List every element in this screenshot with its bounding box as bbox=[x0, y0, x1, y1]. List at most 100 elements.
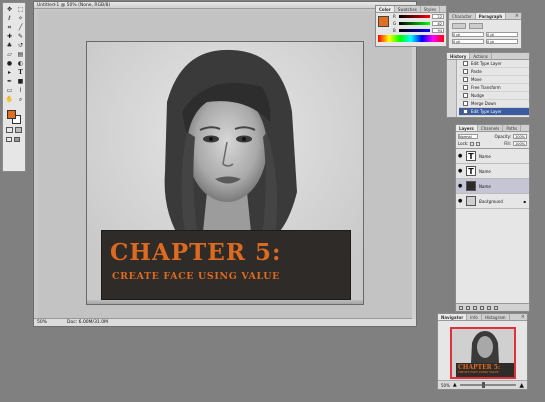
lock-transparency-icon[interactable] bbox=[470, 141, 475, 146]
layer-row-active[interactable]: ● Name bbox=[456, 179, 529, 194]
heal-tool-icon[interactable]: ✚ bbox=[5, 33, 14, 41]
tab-history[interactable]: History bbox=[447, 53, 471, 59]
history-item[interactable]: Free Transform bbox=[459, 84, 529, 92]
canvas-area[interactable]: CHAPTER 5: CREATE FACE USING VALUE bbox=[38, 11, 412, 319]
history-item[interactable]: Paste bbox=[459, 68, 529, 76]
wand-tool-icon[interactable]: ✧ bbox=[16, 15, 25, 23]
dodge-tool-icon[interactable]: ◐ bbox=[16, 60, 25, 68]
zoom-slider-thumb[interactable] bbox=[482, 382, 486, 388]
navigator-zoom-value[interactable]: 50% bbox=[441, 383, 450, 388]
tab-paragraph[interactable]: Paragraph bbox=[475, 13, 507, 19]
close-icon[interactable]: × bbox=[515, 13, 519, 20]
marquee-tool-icon[interactable]: ⬚ bbox=[16, 6, 25, 14]
pen-tool-icon[interactable]: ✒ bbox=[5, 78, 14, 86]
layer-style-icon[interactable] bbox=[466, 306, 470, 310]
opacity-field[interactable]: 100% bbox=[513, 134, 527, 139]
lock-label: Lock: bbox=[458, 141, 469, 146]
screen-mode-standard-icon[interactable] bbox=[6, 137, 12, 142]
channel-b-value[interactable]: 94 bbox=[432, 28, 444, 33]
quickmask-mode-icon[interactable] bbox=[15, 127, 22, 133]
tab-actions[interactable]: Actions bbox=[470, 53, 492, 59]
shape-tool-icon[interactable]: ■ bbox=[16, 78, 25, 86]
channel-r-value[interactable]: 22 bbox=[432, 14, 444, 19]
eye-icon[interactable]: ● bbox=[458, 153, 463, 159]
eye-icon[interactable]: ● bbox=[458, 198, 463, 204]
space-after-field[interactable]: 0 pt bbox=[486, 39, 518, 44]
channel-g-value[interactable]: 82 bbox=[432, 21, 444, 26]
stamp-tool-icon[interactable]: ♣ bbox=[5, 42, 14, 50]
add-mask-icon[interactable] bbox=[473, 306, 477, 310]
channel-g-slider[interactable] bbox=[399, 22, 430, 25]
blur-tool-icon[interactable]: ● bbox=[5, 60, 14, 68]
indent-left-field[interactable]: 0 pt bbox=[452, 32, 484, 37]
eyedropper-tool-icon[interactable]: ⌇ bbox=[16, 87, 25, 95]
tab-info[interactable]: Info bbox=[467, 314, 482, 320]
tab-swatches[interactable]: Swatches bbox=[395, 6, 421, 12]
layer-row[interactable]: ● Background ▪ bbox=[456, 194, 529, 209]
layers-panel: Layers Channels Paths Normal Opacity: 10… bbox=[455, 124, 530, 312]
justify-buttons[interactable] bbox=[469, 23, 483, 29]
channel-b-slider[interactable] bbox=[399, 29, 430, 32]
tab-layers[interactable]: Layers bbox=[456, 125, 478, 131]
color-fg-chip[interactable] bbox=[378, 16, 389, 27]
history-item[interactable]: Move bbox=[459, 76, 529, 84]
notes-tool-icon[interactable]: ▭ bbox=[5, 87, 14, 95]
layer-thumbnail bbox=[466, 196, 476, 206]
layers-footer bbox=[456, 303, 529, 311]
tab-paths[interactable]: Paths bbox=[503, 125, 522, 131]
zoom-tool-icon[interactable]: ⌕ bbox=[16, 96, 25, 104]
link-layers-icon[interactable] bbox=[459, 306, 463, 310]
eye-icon[interactable]: ● bbox=[458, 168, 463, 174]
tab-histogram[interactable]: Histogram bbox=[482, 314, 510, 320]
tab-styles[interactable]: Styles bbox=[421, 6, 441, 12]
status-zoom[interactable]: 50% bbox=[37, 319, 47, 326]
lock-pixels-icon[interactable] bbox=[476, 141, 481, 146]
tab-character[interactable]: Character bbox=[449, 13, 476, 19]
fill-field[interactable]: 100% bbox=[513, 141, 527, 146]
new-layer-icon[interactable] bbox=[487, 306, 491, 310]
eye-icon[interactable]: ● bbox=[458, 183, 463, 189]
screen-mode-full-icon[interactable] bbox=[14, 137, 20, 142]
chapter-banner: CHAPTER 5: CREATE FACE USING VALUE bbox=[101, 230, 351, 300]
zoom-in-icon[interactable]: ▲ bbox=[519, 382, 524, 389]
tab-color[interactable]: Color bbox=[376, 6, 395, 12]
layer-row[interactable]: ● T Name bbox=[456, 149, 529, 164]
tab-navigator[interactable]: Navigator bbox=[438, 314, 468, 320]
trash-icon[interactable] bbox=[494, 306, 498, 310]
path-select-icon[interactable]: ▸ bbox=[5, 69, 14, 77]
status-bar: 50% Doc: 6.00M/31.0M bbox=[34, 318, 416, 326]
lasso-tool-icon[interactable]: ℓ bbox=[5, 15, 14, 23]
standard-mode-icon[interactable] bbox=[6, 127, 13, 133]
hand-tool-icon[interactable]: ✋ bbox=[5, 96, 14, 104]
foreground-color-swatch[interactable] bbox=[7, 110, 16, 119]
history-brush-icon[interactable]: ↺ bbox=[16, 42, 25, 50]
move-tool-icon[interactable]: ✥ bbox=[5, 6, 14, 14]
slice-tool-icon[interactable]: ╱ bbox=[16, 24, 25, 32]
navigator-view-box[interactable]: CHAPTER 5: CREATE FACE USING VALUE bbox=[450, 327, 516, 379]
close-icon[interactable]: × bbox=[521, 314, 525, 321]
zoom-slider[interactable] bbox=[459, 382, 517, 388]
brush-tool-icon[interactable]: ✎ bbox=[16, 33, 25, 41]
layer-row[interactable]: ● T Name bbox=[456, 164, 529, 179]
type-tool-icon[interactable]: T bbox=[16, 69, 25, 77]
history-item[interactable]: Nudge bbox=[459, 92, 529, 100]
history-item[interactable]: Edit Type Layer bbox=[459, 60, 529, 68]
tab-channels[interactable]: Channels bbox=[478, 125, 504, 131]
channel-r-slider[interactable] bbox=[399, 15, 430, 18]
new-group-icon[interactable] bbox=[480, 306, 484, 310]
image-canvas[interactable]: CHAPTER 5: CREATE FACE USING VALUE bbox=[86, 41, 364, 305]
eraser-tool-icon[interactable]: ▱ bbox=[5, 51, 14, 59]
zoom-out-icon[interactable]: ▲ bbox=[453, 382, 457, 388]
history-item-active[interactable]: Edit Type Layer bbox=[459, 108, 529, 116]
color-spectrum-bar[interactable] bbox=[378, 35, 444, 42]
indent-right-field[interactable]: 0 pt bbox=[486, 32, 518, 37]
history-item-label: Nudge bbox=[471, 93, 485, 98]
gradient-tool-icon[interactable]: ▤ bbox=[16, 51, 25, 59]
blend-mode-select[interactable]: Normal bbox=[458, 134, 478, 139]
crop-tool-icon[interactable]: ⌗ bbox=[5, 24, 14, 32]
space-before-field[interactable]: 0 pt bbox=[452, 39, 484, 44]
history-item[interactable]: Merge Down bbox=[459, 100, 529, 108]
vertical-scrollbar[interactable] bbox=[412, 11, 416, 319]
history-gutter bbox=[447, 60, 457, 117]
align-buttons[interactable] bbox=[452, 23, 466, 29]
